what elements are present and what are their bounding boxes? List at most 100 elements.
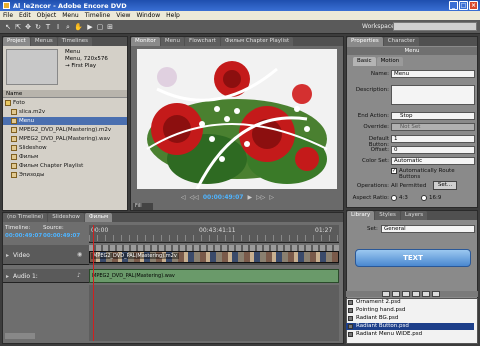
set-button[interactable]: Set... bbox=[433, 181, 457, 190]
thumbnail-view-icon[interactable] bbox=[392, 291, 400, 297]
override-field[interactable]: Not Set bbox=[391, 123, 475, 131]
list-item[interactable]: slica.m2v bbox=[11, 108, 45, 116]
tab-layers[interactable]: Layers bbox=[400, 211, 428, 220]
menu-menu[interactable]: Menu bbox=[62, 12, 78, 19]
folder-icon bbox=[5, 100, 11, 106]
offset-field[interactable]: 0 bbox=[391, 146, 475, 154]
timeline-ruler[interactable]: 00:00 00:43:41:11 01:27 bbox=[89, 225, 339, 243]
image-file-icon bbox=[348, 300, 353, 305]
source-timecode[interactable]: 00:00:49:07 bbox=[43, 233, 80, 239]
play-icon[interactable]: ▶ bbox=[247, 194, 252, 201]
tab-library[interactable]: Library bbox=[347, 211, 375, 220]
text-tool-icon[interactable]: T bbox=[44, 23, 52, 31]
list-view-icon[interactable] bbox=[382, 291, 390, 297]
tab-properties[interactable]: Properties bbox=[347, 37, 383, 46]
menu-bar: File Edit Object Menu Timeline View Wind… bbox=[0, 11, 480, 20]
menu-object[interactable]: Object bbox=[37, 12, 57, 19]
list-item[interactable]: Radiant Menu WIDE.psd bbox=[346, 331, 474, 338]
step-back-icon[interactable]: ◁ bbox=[181, 194, 186, 201]
tab-slideshow[interactable]: Slideshow bbox=[48, 213, 84, 222]
menu-file[interactable]: File bbox=[3, 12, 13, 19]
tab-film[interactable]: Фильм bbox=[84, 213, 113, 222]
playhead[interactable] bbox=[93, 225, 94, 341]
replace-icon[interactable] bbox=[412, 291, 420, 297]
list-item[interactable]: MPEG2_DVD_PAL(Mastering).wav bbox=[11, 135, 110, 143]
expand-track-icon[interactable]: ▸ bbox=[6, 252, 9, 259]
aspect-4-3-radio[interactable] bbox=[391, 195, 397, 201]
vertical-text-tool-icon[interactable]: Ⅰ bbox=[54, 23, 62, 31]
list-item[interactable]: MPEG2_DVD_PAL(Mastering).m2v bbox=[11, 126, 111, 134]
timeline-timecode[interactable]: 00:00:49:07 bbox=[5, 233, 42, 239]
list-item[interactable]: Pointing hand.psd bbox=[346, 307, 474, 314]
audio-clip[interactable]: MPEG2_DVD_PAL(Mastering).wav bbox=[89, 269, 339, 283]
tab-menu[interactable]: Menu bbox=[160, 37, 185, 46]
list-item[interactable]: Foto bbox=[5, 99, 25, 107]
set-select[interactable]: General bbox=[381, 225, 475, 233]
preview-size: Menu, 720x576 bbox=[65, 56, 108, 62]
tab-chapter-playlist[interactable]: Фильм Chapter Playlist bbox=[220, 37, 294, 46]
list-item-selected[interactable]: Radiant Button.psd bbox=[346, 323, 474, 330]
workspace-select[interactable] bbox=[393, 22, 477, 31]
move-tool-icon[interactable]: ✥ bbox=[24, 23, 32, 31]
list-item-selected[interactable]: Menu bbox=[3, 117, 127, 125]
zoom-select[interactable]: Fill bbox=[133, 203, 153, 210]
timeline-icon bbox=[11, 154, 17, 160]
tab-no-timeline[interactable]: (no Timeline) bbox=[3, 213, 48, 222]
video-track-label: Video bbox=[13, 252, 30, 259]
menu-help[interactable]: Help bbox=[166, 12, 180, 19]
tab-menus[interactable]: Menus bbox=[30, 37, 57, 46]
step-forward-icon[interactable]: ▷ bbox=[269, 194, 274, 201]
subtab-motion[interactable]: Motion bbox=[376, 57, 404, 66]
aspect-16-9-radio[interactable] bbox=[421, 195, 427, 201]
name-field[interactable]: Menu bbox=[391, 70, 475, 78]
minimize-icon[interactable]: _ bbox=[449, 1, 458, 10]
end-action-field[interactable]: Stop bbox=[391, 112, 475, 120]
rewind-icon[interactable]: ◁◁ bbox=[190, 194, 199, 201]
hand-tool-icon[interactable]: ✋ bbox=[74, 23, 83, 31]
safe-area-icon[interactable]: ▢ bbox=[96, 23, 104, 31]
menu-view[interactable]: View bbox=[116, 12, 130, 19]
list-item[interactable]: Radiant BG.psd bbox=[346, 315, 474, 322]
color-set-select[interactable]: Automatic bbox=[391, 157, 475, 165]
zoom-slider[interactable] bbox=[5, 333, 35, 339]
menu-timeline[interactable]: Timeline bbox=[85, 12, 111, 19]
button-routing-icon[interactable]: ⊞ bbox=[106, 23, 114, 31]
subtab-basic[interactable]: Basic bbox=[353, 57, 376, 66]
monitor-timecode[interactable]: 00:00:49:07 bbox=[203, 194, 244, 201]
menu-edit[interactable]: Edit bbox=[19, 12, 31, 19]
video-file-icon bbox=[11, 109, 17, 115]
list-item[interactable]: Slideshow bbox=[11, 144, 47, 152]
new-item-icon[interactable] bbox=[422, 291, 430, 297]
list-item[interactable]: Фильм Chapter Playlist bbox=[11, 162, 83, 170]
maximize-icon[interactable]: □ bbox=[459, 1, 468, 10]
default-button-field[interactable]: 1 bbox=[391, 135, 475, 143]
audio-clip-label: MPEG2_DVD_PAL(Mastering).wav bbox=[92, 273, 175, 279]
tab-monitor[interactable]: Monitor bbox=[131, 37, 160, 46]
ruler-tick-label: 00:43:41:11 bbox=[199, 227, 236, 234]
place-icon[interactable] bbox=[402, 291, 410, 297]
tab-project[interactable]: Project bbox=[3, 37, 30, 46]
tab-character[interactable]: Character bbox=[383, 37, 419, 46]
delete-icon[interactable] bbox=[432, 291, 440, 297]
tab-flowchart[interactable]: Flowchart bbox=[185, 37, 220, 46]
close-icon[interactable]: × bbox=[469, 1, 478, 10]
expand-track-icon[interactable]: ▸ bbox=[6, 273, 9, 280]
list-item[interactable]: Эпизоды bbox=[11, 171, 44, 179]
list-item[interactable]: Фильм bbox=[11, 153, 38, 161]
column-header-name[interactable]: Name bbox=[3, 90, 127, 98]
description-field[interactable] bbox=[391, 85, 475, 105]
tab-styles[interactable]: Styles bbox=[375, 211, 400, 220]
rotate-tool-icon[interactable]: ↻ bbox=[34, 23, 42, 31]
zoom-tool-icon[interactable]: ⌕ bbox=[64, 23, 72, 31]
selection-tool-icon[interactable]: ↖ bbox=[4, 23, 12, 31]
speaker-icon[interactable]: ♪ bbox=[77, 272, 81, 279]
image-file-icon bbox=[348, 316, 353, 321]
list-item[interactable]: Ornament 2.psd bbox=[346, 299, 474, 306]
auto-route-checkbox[interactable]: ✓ bbox=[391, 168, 397, 174]
preview-icon[interactable]: ▶ bbox=[86, 23, 94, 31]
direct-select-tool-icon[interactable]: ⇱ bbox=[14, 23, 22, 31]
eye-icon[interactable]: ◉ bbox=[77, 251, 82, 258]
forward-icon[interactable]: ▷▷ bbox=[256, 194, 265, 201]
menu-window[interactable]: Window bbox=[136, 12, 160, 19]
tab-timelines[interactable]: Timelines bbox=[57, 37, 93, 46]
